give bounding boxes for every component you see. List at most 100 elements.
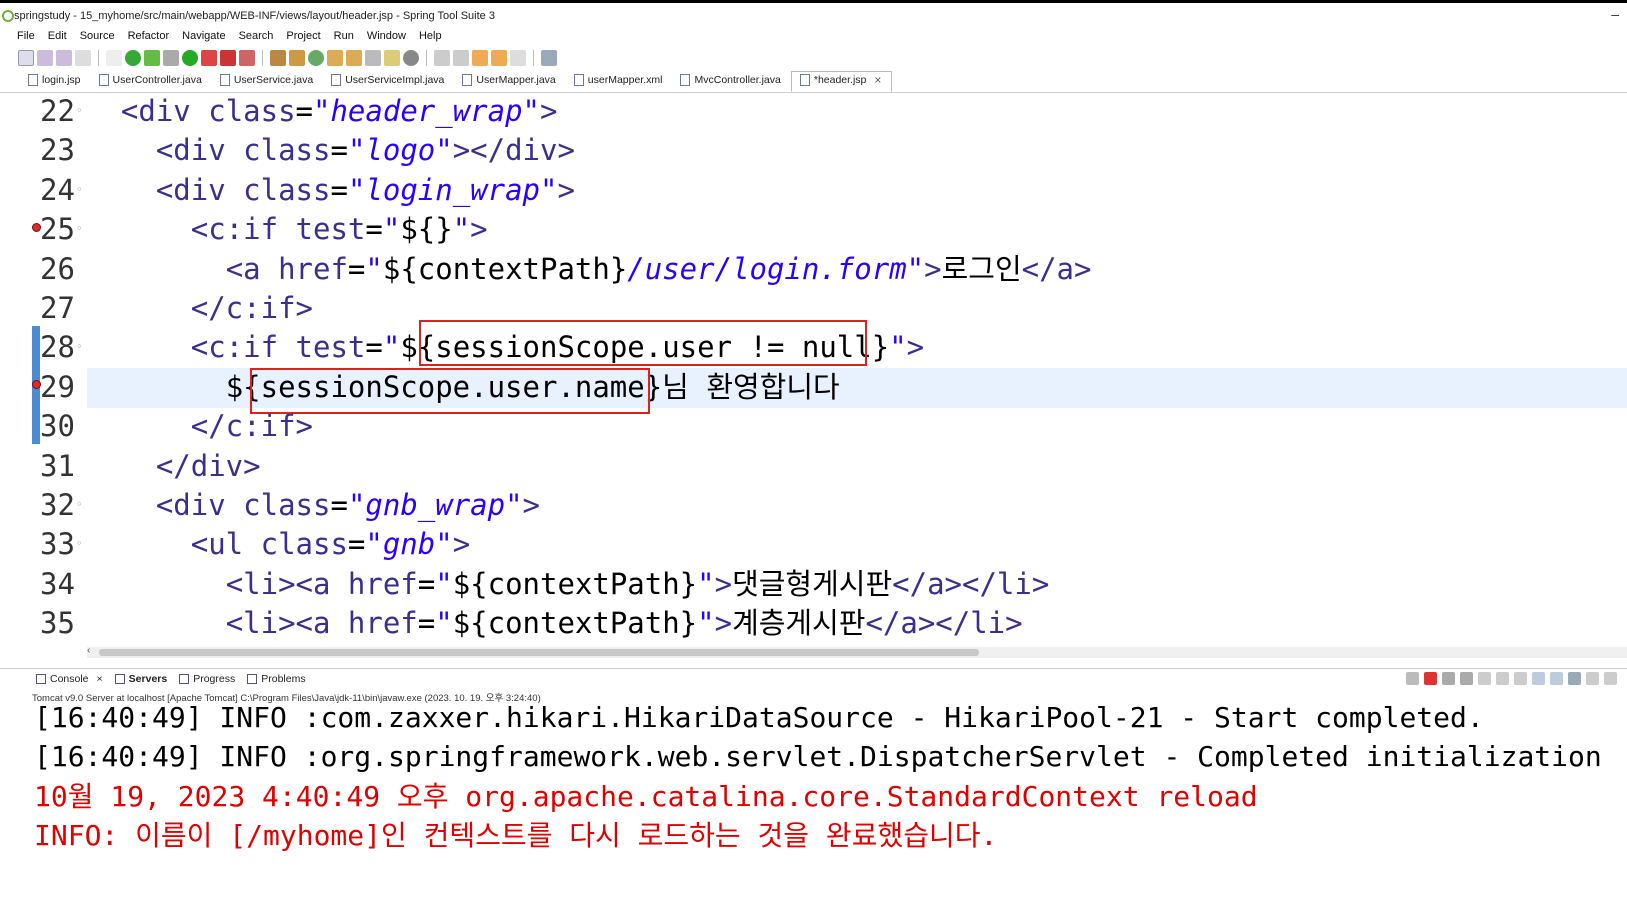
code-line[interactable]: 26 <a href="${contextPath}/user/login.fo… [0,249,1627,289]
remove-all-icon[interactable] [1460,672,1473,685]
editor-tab[interactable]: *header.jsp × [790,71,893,92]
file-icon [462,74,473,86]
editor-tab[interactable]: UserServiceImpl.java [323,71,454,92]
menu-item-navigate[interactable]: Navigate [182,30,225,42]
run-icon[interactable] [182,50,198,66]
code-line[interactable]: 30 </c:if> [0,406,1627,446]
refresh-server-icon[interactable] [144,50,160,66]
tab-servers-label: Servers [128,672,168,685]
code-token-tag: </c:if> [190,291,313,325]
code-line[interactable]: 32 ◦ <div class="gnb_wrap"> [0,485,1627,525]
code-line[interactable]: 22 ◦ <div class="header_wrap"> [0,94,1627,131]
code-token-str: " [365,251,383,286]
tab-problems[interactable]: Problems [247,673,306,685]
terminate-icon[interactable] [1424,672,1437,685]
code-line[interactable]: 23 <div class="logo"></div> [0,130,1627,170]
code-token-plain: ${contextPath} [452,606,698,641]
menu-item-file[interactable]: File [17,30,35,42]
new-icon[interactable] [18,50,34,66]
code-line[interactable]: 24 ◦ <div class="login_wrap"> [0,170,1627,210]
horizontal-scrollbar[interactable]: ‹ [87,645,1627,658]
previous-annotation-icon[interactable] [453,50,469,66]
close-icon[interactable]: × [97,673,103,685]
menu-item-search[interactable]: Search [239,30,274,42]
code-line[interactable]: 29 ${sessionScope.user.name}님 환영합니다 [0,367,1627,407]
new-console-icon[interactable] [1604,672,1617,685]
tab-progress[interactable]: Progress [179,673,235,685]
coverage-icon[interactable] [201,50,217,66]
menu-item-refactor[interactable]: Refactor [128,30,170,42]
fold-icon[interactable]: ◦ [76,524,83,564]
remove-launch-icon[interactable] [1442,672,1455,685]
next-annotation-icon[interactable] [434,50,450,66]
open-folder-icon[interactable] [384,50,400,66]
console-output[interactable]: [16:40:49] INFO :com.zaxxer.hikari.Hikar… [0,701,1627,903]
fold-icon[interactable]: ◦ [76,327,83,367]
scrollbar-thumb[interactable] [99,649,979,656]
fold-icon[interactable]: ◦ [76,209,83,249]
save-icon[interactable] [37,50,53,66]
debug-icon[interactable] [125,50,141,66]
menu-item-window[interactable]: Window [367,30,406,42]
globe-icon[interactable] [403,50,419,66]
code-token-str: "login_wrap" [347,172,558,207]
new-class-icon[interactable] [308,50,324,66]
fold-icon[interactable]: ◦ [76,94,83,131]
editor-tab[interactable]: login.jsp [20,71,91,92]
editor-tab[interactable]: UserService.java [212,71,323,92]
open-console-icon[interactable] [1568,672,1581,685]
menu-item-edit[interactable]: Edit [48,30,67,42]
code-token-tag: <div [155,172,244,207]
scroll-left-icon[interactable]: ‹ [87,645,90,656]
fold-icon[interactable]: ◦ [76,170,83,210]
menu-item-help[interactable]: Help [419,30,442,42]
save-all-icon[interactable] [56,50,72,66]
tab-servers[interactable]: Servers [114,672,168,685]
code-token-tag: <li><a [225,606,348,641]
new-project-icon[interactable] [270,50,286,66]
back-icon[interactable] [491,50,507,66]
fold-icon[interactable]: ◦ [76,485,83,525]
menu-item-project[interactable]: Project [286,30,320,42]
code-line[interactable]: 34 <li><a href="${contextPath}">댓글형게시판</… [0,564,1627,604]
code-line[interactable]: 33 ◦ <ul class="gnb"> [0,524,1627,564]
new-package-icon[interactable] [289,50,305,66]
code-editor[interactable]: 22 ◦ <div class="header_wrap"> 23 <div cla… [0,94,1627,658]
skip-breakpoints-icon[interactable] [106,50,122,66]
print-icon[interactable] [75,50,91,66]
code-line[interactable]: 35 <li><a href="${contextPath}">계층게시판</a… [0,603,1627,643]
open-type-icon[interactable] [327,50,343,66]
last-edit-icon[interactable] [472,50,488,66]
code-token-attr: href [278,251,348,286]
toolbar-separator [533,50,534,66]
open-resource-icon[interactable] [346,50,362,66]
forward-icon[interactable] [510,50,526,66]
code-line[interactable]: 31 </div> [0,446,1627,486]
editor-tab[interactable]: UserController.java [91,71,212,92]
minimize-icon[interactable]: – [1611,6,1619,22]
external-tools-icon[interactable] [163,50,179,66]
profile-icon[interactable] [239,50,255,66]
menu-item-source[interactable]: Source [80,30,115,42]
editor-tab[interactable]: userMapper.xml [566,71,673,92]
scroll-lock-icon[interactable] [1496,672,1509,685]
console-tab-bar: Console × Servers Progress Problems [0,668,1627,688]
menu-item-run[interactable]: Run [334,30,354,42]
tab-console[interactable]: Console × [36,673,103,685]
stop-icon[interactable] [220,50,236,66]
pin-icon[interactable] [1406,672,1419,685]
file-icon [28,74,38,86]
open-perspective-icon[interactable] [541,50,557,66]
search-icon[interactable] [365,50,381,66]
file-icon [98,74,109,86]
show-on-output-icon[interactable] [1532,672,1545,685]
word-wrap-icon[interactable] [1514,672,1527,685]
code-line[interactable]: 25 ◦ <c:if test="${}"> [0,209,1627,249]
close-tab-icon[interactable]: × [874,73,881,87]
show-on-error-icon[interactable] [1550,672,1563,685]
clear-console-icon[interactable] [1478,672,1491,685]
editor-tab[interactable]: MvcController.java [672,71,790,92]
display-console-icon[interactable] [1586,672,1599,685]
code-token-attr: href [347,566,418,601]
editor-tab[interactable]: UserMapper.java [454,71,565,92]
